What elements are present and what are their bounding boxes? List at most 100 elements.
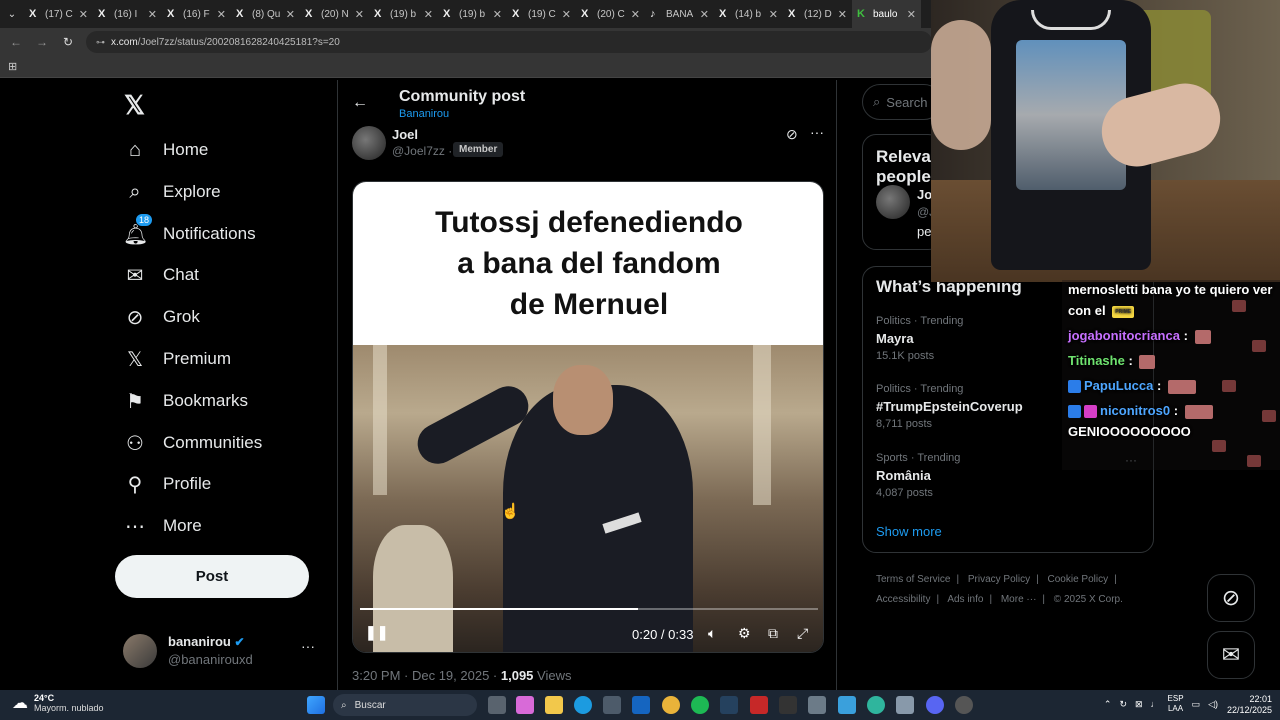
mic-icon[interactable]: ♩ (1151, 699, 1160, 709)
nav-item-notifications[interactable]: 🔔︎ 18 Notifications (123, 212, 256, 254)
browser-tab[interactable]: X (20) N ✕ (300, 0, 369, 28)
volume-icon[interactable]: ◁) (1208, 699, 1218, 710)
nav-item-grok[interactable]: ⊘ Grok (123, 297, 200, 337)
account-more-icon[interactable]: ··· (301, 638, 315, 654)
messages-fab-icon[interactable]: ✉ (1207, 631, 1255, 679)
app-icon[interactable] (955, 696, 973, 714)
search-input[interactable]: ⌕ Search (862, 84, 942, 120)
weather-widget[interactable]: ☁ 24°C Mayorm. nublado (12, 693, 104, 713)
video-frame[interactable]: ☝ (353, 345, 823, 652)
author-name[interactable]: Joel (392, 127, 418, 142)
browser-tab[interactable]: ♪ BANA ✕ (645, 0, 714, 28)
nav-item-chat[interactable]: ✉ Chat (123, 255, 199, 295)
author-avatar[interactable] (352, 126, 386, 160)
tab-close-icon[interactable]: ✕ (493, 8, 502, 21)
settings-gear-icon[interactable]: ⚙ (738, 625, 751, 642)
app-icon[interactable] (779, 696, 797, 714)
pause-icon[interactable]: ❚❚ (365, 624, 388, 641)
tab-close-icon[interactable]: ✕ (907, 8, 916, 21)
nav-item-home[interactable]: ⌂ Home (123, 130, 208, 170)
discord-icon[interactable] (926, 696, 944, 714)
browser-tab[interactable]: X (19) C ✕ (507, 0, 576, 28)
nav-item-explore[interactable]: ⌕ Explore (123, 172, 220, 212)
back-arrow-icon[interactable]: ← (352, 94, 368, 112)
spotify-icon[interactable] (691, 696, 709, 714)
browser-tab[interactable]: X (14) b ✕ (714, 0, 783, 28)
clock[interactable]: 22:01 22/12/2025 (1227, 694, 1272, 716)
tab-close-icon[interactable]: ✕ (148, 8, 157, 21)
back-nav-icon[interactable]: ← (8, 35, 24, 49)
footer-link[interactable]: Accessibility (876, 594, 930, 605)
apps-grid-icon[interactable]: ⊞ (8, 60, 17, 73)
app-icon[interactable] (750, 696, 768, 714)
tab-close-icon[interactable]: ✕ (562, 8, 571, 21)
outlook-icon[interactable] (632, 696, 650, 714)
show-more-link[interactable]: Show more (876, 524, 942, 539)
author-handle[interactable]: @Joel7zz (392, 144, 445, 158)
edge-icon[interactable] (574, 696, 592, 714)
nav-item-communities[interactable]: ⚇ Communities (123, 423, 262, 463)
url-field[interactable]: ⊶ x.com/Joel7zz/status/20020816282404251… (86, 31, 932, 53)
display-icon[interactable]: ▭ (1192, 699, 1201, 710)
footer-link[interactable]: More ··· (1001, 594, 1037, 605)
tab-close-icon[interactable]: ✕ (700, 8, 709, 21)
sync-icon[interactable]: ↻ (1119, 699, 1127, 710)
post-more-icon[interactable]: ··· (810, 124, 824, 140)
nav-item-more[interactable]: ⋯ More (123, 506, 202, 546)
footer-link[interactable]: Terms of Service (876, 574, 950, 585)
chrome-icon[interactable] (662, 696, 680, 714)
nav-item-premium[interactable]: 𝕏 Premium (123, 339, 231, 379)
browser-tab[interactable]: X (12) D ✕ (783, 0, 852, 28)
post-button[interactable]: Post (115, 555, 309, 598)
copilot-icon[interactable] (516, 696, 534, 714)
tab-close-icon[interactable]: ✕ (838, 8, 847, 21)
tab-close-icon[interactable]: ✕ (355, 8, 364, 21)
browser-tab[interactable]: X (20) C ✕ (576, 0, 645, 28)
video-progress-bar[interactable] (360, 608, 818, 610)
language-indicator[interactable]: ESP LAA (1168, 694, 1184, 714)
task-view-icon[interactable] (488, 696, 506, 714)
tab-close-icon[interactable]: ✕ (631, 8, 640, 21)
windows-start-icon[interactable] (307, 696, 325, 714)
store-icon[interactable] (603, 696, 621, 714)
footer-link[interactable]: Ads info (947, 594, 983, 605)
browser-tab[interactable]: X (16) I ✕ (93, 0, 162, 28)
footer-link[interactable]: Cookie Policy (1048, 574, 1109, 585)
file-explorer-icon[interactable] (545, 696, 563, 714)
forward-nav-icon[interactable]: → (34, 35, 50, 49)
browser-tab[interactable]: X (8) Qu ✕ (231, 0, 300, 28)
browser-tab[interactable]: X (19) b ✕ (438, 0, 507, 28)
grok-icon[interactable]: ⊘ (786, 126, 798, 143)
browser-tab[interactable]: X (19) b ✕ (369, 0, 438, 28)
community-link[interactable]: Bananirou (399, 108, 449, 120)
browser-tab[interactable]: X (16) F ✕ (162, 0, 231, 28)
browser-tab[interactable]: X (17) C ✕ (24, 0, 93, 28)
nav-item-bookmarks[interactable]: ⚑ Bookmarks (123, 381, 248, 421)
tab-close-icon[interactable]: ✕ (769, 8, 778, 21)
video-player[interactable]: Tutossj defenediendo a bana del fandom d… (352, 181, 824, 653)
tab-close-icon[interactable]: ✕ (79, 8, 88, 21)
site-info-icon[interactable]: ⊶ (96, 37, 105, 48)
tab-close-icon[interactable]: ✕ (217, 8, 226, 21)
browser-tab[interactable]: Kbaulo ✕ (852, 0, 921, 28)
picture-in-picture-icon[interactable]: ⧉ (768, 625, 778, 642)
tray-chevron-icon[interactable]: ⌃ (1104, 699, 1112, 710)
settings-icon[interactable] (896, 696, 914, 714)
relevant-avatar[interactable] (876, 185, 910, 219)
network-icon[interactable]: ⊠ (1135, 699, 1143, 710)
reload-icon[interactable]: ↻ (60, 35, 76, 49)
taskbar-search[interactable]: ⌕ Buscar (333, 694, 477, 716)
fullscreen-icon[interactable]: ⤢ (797, 625, 808, 642)
post-time[interactable]: 3:20 PM · Dec 19, 2025 · (352, 668, 497, 683)
steam-icon[interactable] (720, 696, 738, 714)
tab-close-icon[interactable]: ✕ (286, 8, 295, 21)
app-icon[interactable] (808, 696, 826, 714)
nav-item-profile[interactable]: ⚲ Profile (123, 464, 212, 504)
tab-close-icon[interactable]: ✕ (424, 8, 433, 21)
footer-link[interactable]: Privacy Policy (968, 574, 1030, 585)
grok-fab-icon[interactable]: ⊘ (1207, 574, 1255, 622)
account-switcher[interactable]: bananirou ✔ @bananirouxd ··· (123, 632, 323, 672)
app-icon[interactable] (838, 696, 856, 714)
x-logo-icon[interactable]: 𝕏 (124, 90, 145, 121)
app-icon[interactable] (867, 696, 885, 714)
